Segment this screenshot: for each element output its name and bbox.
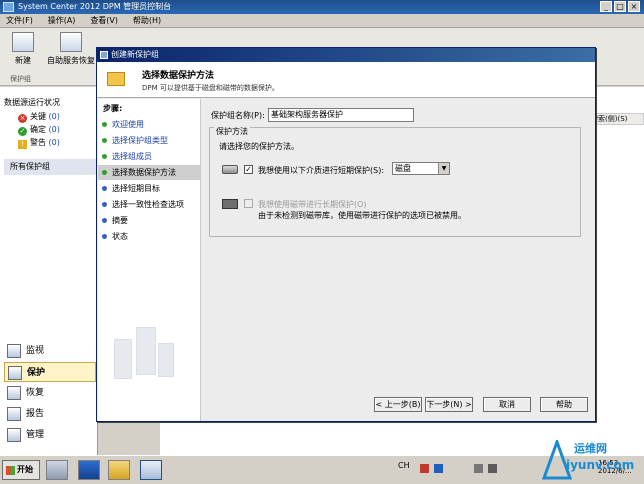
long-term-note: 由于未检测到磁带库，使用磁带进行保护的选项已被禁用。: [258, 211, 466, 220]
dialog-heading: 选择数据保护方法: [142, 71, 215, 81]
menu-view[interactable]: 查看(V): [84, 14, 124, 28]
app-title-bar: System Center 2012 DPM 管理员控制台 _ □ ×: [0, 0, 644, 14]
explorer-icon[interactable]: [108, 460, 130, 480]
protection-method-legend: 保护方法: [214, 126, 250, 137]
create-protection-group-dialog: 创建新保护组 选择数据保护方法 DPM 可以提供基于磁盘和磁带的数据保护。 步骤…: [96, 47, 596, 422]
servers-watermark-icon: [108, 319, 178, 389]
protection-prompt: 请选择您的保护方法。: [219, 142, 299, 151]
status-critical[interactable]: × 关键 (0): [18, 111, 60, 123]
short-term-label: 我想使用以下介质进行短期保护(S):: [258, 166, 385, 175]
step-summary: 摘要: [98, 213, 200, 228]
app-title: System Center 2012 DPM 管理员控制台: [18, 2, 172, 11]
left-navigation: 数据源运行状况 × 关键 (0) ✓ 确定 (0) ! 警告 (0) 所有保护组 监视…: [0, 87, 98, 455]
step-group-type[interactable]: 选择保护组类型: [98, 133, 200, 148]
nav-monitoring[interactable]: 监视: [4, 341, 96, 361]
step-group-members[interactable]: 选择组成员: [98, 149, 200, 164]
short-term-media-select[interactable]: 磁盘 ▼: [392, 162, 450, 175]
powershell-icon[interactable]: [78, 460, 100, 480]
monitor-icon: [7, 344, 21, 358]
new-icon: [12, 32, 34, 52]
steps-label: 步骤:: [103, 104, 123, 113]
long-term-checkbox[interactable]: [244, 199, 253, 208]
reports-icon: [7, 407, 21, 421]
new-button[interactable]: 新建: [8, 32, 38, 66]
status-warning[interactable]: ! 警告 (0): [18, 137, 60, 149]
step-protection-method[interactable]: 选择数据保护方法: [98, 165, 200, 180]
nav-management[interactable]: 管理: [4, 425, 96, 445]
health-heading: 数据源运行状况: [4, 98, 60, 107]
menu-file[interactable]: 文件(F): [0, 14, 39, 28]
minimize-button[interactable]: _: [600, 1, 612, 12]
self-service-recovery-button[interactable]: 自助服务恢复: [44, 32, 98, 66]
nav-protection[interactable]: 保护: [4, 362, 96, 382]
language-indicator[interactable]: CH: [398, 461, 410, 470]
toolbar-group-label: 保护组: [10, 75, 31, 83]
column-header[interactable]: 搜索(侧)(S): [588, 113, 644, 125]
menu-help[interactable]: 帮助(H): [127, 14, 167, 28]
dpm-console-taskbar-icon[interactable]: [140, 460, 162, 480]
group-name-input[interactable]: 基础架构服务器保护: [268, 108, 414, 122]
start-button[interactable]: 开始: [2, 460, 40, 480]
step-status: 状态: [98, 229, 200, 244]
server-manager-icon[interactable]: [46, 460, 68, 480]
self-service-recovery-icon: [60, 32, 82, 52]
warning-icon: !: [18, 140, 27, 149]
protection-icon: [8, 366, 22, 380]
recovery-icon: [7, 386, 21, 400]
network-icon[interactable]: [474, 464, 483, 473]
dialog-subheading: DPM 可以提供基于磁盘和磁带的数据保护。: [142, 84, 279, 92]
ok-icon: ✓: [18, 127, 27, 136]
short-term-checkbox[interactable]: ✓: [244, 165, 253, 174]
dialog-title: 创建新保护组: [111, 50, 159, 59]
wizard-steps: 步骤: 欢迎使用 选择保护组类型 选择组成员 选择数据保护方法 选择短期目标 选…: [98, 99, 201, 421]
input-mode-icon[interactable]: [434, 464, 443, 473]
cancel-button[interactable]: 取消: [483, 397, 531, 412]
maximize-button[interactable]: □: [614, 1, 626, 12]
step-short-term-goals: 选择短期目标: [98, 181, 200, 196]
management-icon: [7, 428, 21, 442]
dialog-icon: [100, 51, 108, 59]
chevron-down-icon: ▼: [438, 163, 449, 174]
help-button[interactable]: 帮助: [540, 397, 588, 412]
group-name-label: 保护组名称(P):: [211, 111, 265, 120]
step-welcome[interactable]: 欢迎使用: [98, 117, 200, 132]
menu-bar: 文件(F) 操作(A) 查看(V) 帮助(H): [0, 14, 644, 28]
nav-reporting[interactable]: 报告: [4, 404, 96, 424]
dialog-header: 选择数据保护方法 DPM 可以提供基于磁盘和磁带的数据保护。: [97, 62, 595, 98]
volume-icon[interactable]: [488, 464, 497, 473]
status-ok[interactable]: ✓ 确定 (0): [18, 124, 60, 136]
folder-icon: [107, 72, 125, 86]
critical-icon: ×: [18, 114, 27, 123]
back-button[interactable]: < 上一步(B): [374, 397, 422, 412]
nav-recovery[interactable]: 恢复: [4, 383, 96, 403]
ime-icon[interactable]: [420, 464, 429, 473]
next-button[interactable]: 下一步(N) >: [425, 397, 473, 412]
tape-icon: [222, 199, 238, 209]
app-icon: [3, 2, 14, 12]
dialog-content: 保护组名称(P): 基础架构服务器保护 保护方法 请选择您的保护方法。 ✓ 我想…: [202, 99, 595, 421]
long-term-label: 我想使用磁带进行长期保护(O): [258, 200, 367, 209]
dialog-title-bar: 创建新保护组: [97, 48, 595, 62]
all-protection-groups[interactable]: 所有保护组: [4, 159, 96, 175]
close-button[interactable]: ×: [628, 1, 640, 12]
step-consistency-check: 选择一致性检查选项: [98, 197, 200, 212]
menu-action[interactable]: 操作(A): [42, 14, 82, 28]
disk-icon: [222, 165, 238, 174]
site-watermark: 运维网 iyunv.com: [540, 440, 644, 484]
windows-flag-icon: [6, 466, 15, 475]
